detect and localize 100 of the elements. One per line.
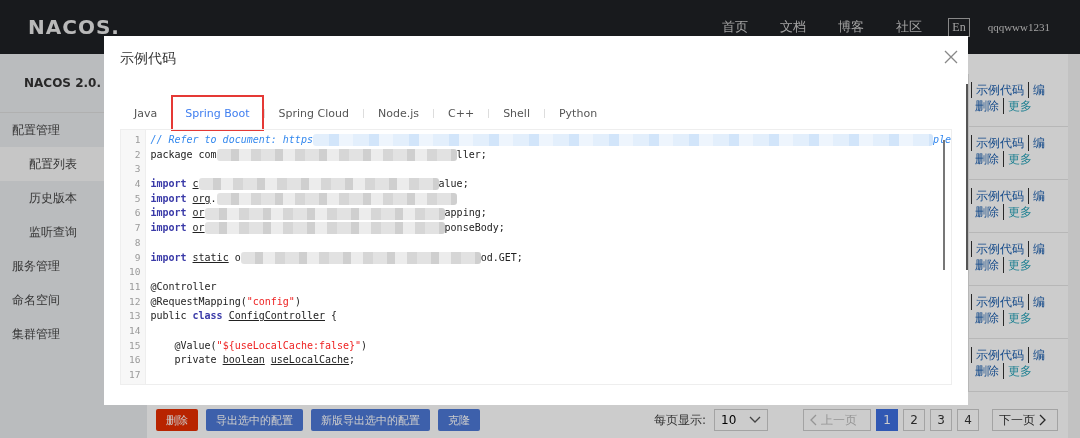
tab[interactable]: Spring Boot: [171, 95, 264, 131]
logo[interactable]: NACOS.: [28, 15, 120, 39]
code-text: "${useLocalCache:false}": [216, 338, 362, 353]
page-button[interactable]: 1: [876, 409, 898, 431]
chevron-right-icon: [1038, 414, 1046, 426]
nav-link[interactable]: 首页: [706, 18, 765, 36]
chevron-down-icon: [749, 416, 761, 424]
page-button[interactable]: 3: [930, 409, 952, 431]
code-text: // Refer to document: https: [150, 133, 313, 147]
code-text: import: [150, 250, 188, 265]
line-number: 5: [133, 191, 142, 206]
code-text: import: [150, 206, 188, 221]
sample-code-link[interactable]: 示例代码: [971, 294, 1028, 310]
code-text: ller;: [456, 147, 487, 162]
line-number: 10: [127, 265, 142, 280]
code-text: ): [294, 294, 301, 309]
chevron-left-icon: [810, 414, 818, 426]
page-size-label: 每页显示:: [653, 411, 706, 429]
line-number: 13: [127, 309, 142, 324]
delete-link[interactable]: 删除: [971, 98, 1003, 114]
more-link[interactable]: 更多: [1003, 363, 1036, 379]
line-number: 14: [127, 323, 142, 338]
code-text: or: [192, 221, 205, 236]
line-number: 7: [133, 221, 142, 236]
page-size-select[interactable]: 10: [714, 409, 768, 431]
tab[interactable]: Shell: [489, 95, 544, 131]
scrollbar[interactable]: [966, 84, 968, 270]
tab[interactable]: Node.js: [364, 95, 433, 131]
code-text: ;: [349, 353, 356, 368]
code-text: org: [192, 191, 211, 206]
tab[interactable]: C++: [434, 95, 489, 131]
line-number: 8: [133, 235, 142, 250]
code-text: @Value(: [173, 338, 217, 353]
line-number: 9: [133, 250, 142, 265]
line-number: 3: [133, 162, 142, 177]
delete-link[interactable]: 删除: [971, 257, 1003, 273]
code-text: o: [233, 250, 241, 265]
code-text: alue;: [438, 177, 469, 192]
more-link[interactable]: 更多: [1003, 257, 1036, 273]
line-number: 2: [133, 147, 142, 162]
edit-link[interactable]: 编: [1028, 294, 1049, 310]
edit-link[interactable]: 编: [1028, 82, 1049, 98]
sample-code-link[interactable]: 示例代码: [971, 241, 1028, 257]
delete-link[interactable]: 删除: [971, 204, 1003, 220]
code-text: @RequestMapping(: [150, 294, 247, 309]
tab[interactable]: Spring Cloud: [264, 95, 363, 131]
code-text: static: [192, 250, 229, 265]
sample-code-link[interactable]: 示例代码: [971, 135, 1028, 151]
edit-link[interactable]: 编: [1028, 135, 1049, 151]
delete-link[interactable]: 删除: [971, 363, 1003, 379]
code-text: package com: [150, 147, 217, 162]
line-number: 17: [127, 368, 142, 382]
code-text: import: [150, 221, 188, 236]
more-link[interactable]: 更多: [1003, 310, 1036, 326]
nav-link[interactable]: 博客: [822, 18, 881, 36]
page-button[interactable]: 2: [903, 409, 925, 431]
code-text: or: [192, 206, 205, 221]
line-number: 6: [133, 206, 142, 221]
edit-link[interactable]: 编: [1028, 241, 1049, 257]
code-text: ple: [932, 133, 951, 147]
code-text: ConfigController: [228, 309, 325, 324]
more-link[interactable]: 更多: [1003, 204, 1036, 220]
line-number: 1: [133, 133, 142, 147]
sample-code-link[interactable]: 示例代码: [971, 82, 1028, 98]
code-text: import: [150, 191, 188, 206]
page-button[interactable]: 4: [957, 409, 979, 431]
code-text: c: [192, 177, 199, 192]
code-text: od.GET;: [480, 250, 523, 265]
code-text: .: [210, 191, 217, 206]
code-text: {: [330, 309, 338, 324]
code-text: class: [192, 309, 224, 324]
action-button[interactable]: 新版导出选中的配置: [311, 409, 430, 431]
line-number: 15: [127, 338, 142, 353]
sample-code-link[interactable]: 示例代码: [971, 347, 1028, 363]
scrollbar[interactable]: [943, 140, 945, 270]
user-name[interactable]: qqqwww1231: [987, 21, 1050, 33]
edit-link[interactable]: 编: [1028, 347, 1049, 363]
sample-code-link[interactable]: 示例代码: [971, 188, 1028, 204]
action-button[interactable]: 导出选中的配置: [206, 409, 303, 431]
code-text: @Controller: [150, 279, 217, 294]
close-icon[interactable]: [944, 50, 958, 64]
tab[interactable]: Python: [544, 95, 612, 131]
action-button[interactable]: 克隆: [438, 409, 480, 431]
code-text: "config": [246, 294, 295, 309]
code-text: boolean useLocalCache: [222, 353, 350, 368]
more-link[interactable]: 更多: [1003, 151, 1036, 167]
next-page-button[interactable]: 下一页: [992, 409, 1058, 431]
nav-link[interactable]: 社区: [880, 18, 939, 36]
code-text: private: [173, 353, 218, 368]
code-text: ): [361, 338, 368, 353]
line-number: 12: [127, 294, 142, 309]
delete-link[interactable]: 删除: [971, 310, 1003, 326]
action-button[interactable]: 删除: [156, 409, 198, 431]
edit-link[interactable]: 编: [1028, 188, 1049, 204]
delete-link[interactable]: 删除: [971, 151, 1003, 167]
code-text: import: [150, 177, 188, 192]
nav-link[interactable]: 文档: [764, 18, 823, 36]
line-number: 16: [127, 353, 142, 368]
code-text: ponseBody;: [444, 221, 505, 236]
more-link[interactable]: 更多: [1003, 98, 1036, 114]
